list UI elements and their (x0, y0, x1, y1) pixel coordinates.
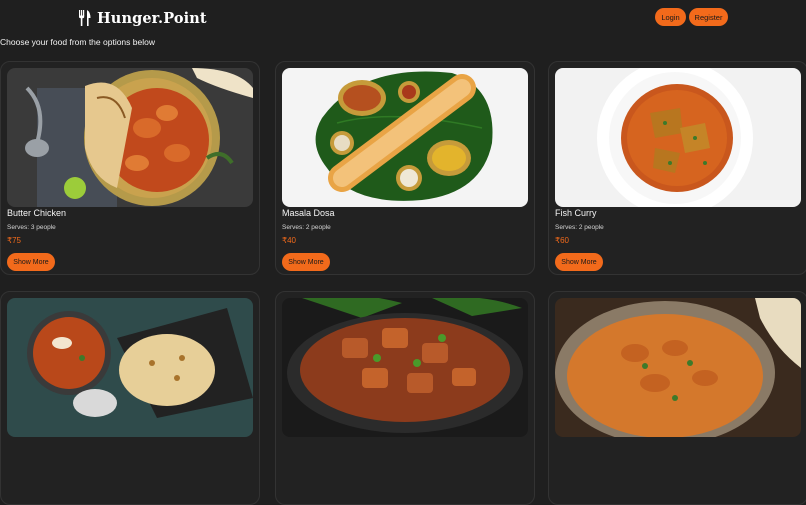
food-serves: Serves: 2 people (282, 224, 331, 231)
food-card (275, 291, 535, 505)
logo-text: Hunger.Point (97, 9, 207, 27)
fork-knife-icon (79, 10, 91, 26)
food-image (282, 68, 528, 207)
food-card: Fish Curry Serves: 2 people ₹60 Show Mor… (548, 61, 806, 275)
food-image (555, 298, 801, 437)
food-price: ₹60 (555, 236, 569, 245)
food-serves: Serves: 2 people (555, 224, 604, 231)
food-card: Butter Chicken Serves: 3 people ₹75 Show… (0, 61, 260, 275)
show-more-button[interactable]: Show More (7, 253, 55, 271)
logo[interactable]: Hunger.Point (78, 7, 207, 29)
food-name: Masala Dosa (282, 208, 335, 218)
food-card (548, 291, 806, 505)
top-bar: Hunger.Point Login Register (0, 0, 806, 36)
food-image (282, 298, 528, 437)
login-button[interactable]: Login (655, 8, 686, 26)
food-card (0, 291, 260, 505)
register-button[interactable]: Register (689, 8, 728, 26)
food-name: Butter Chicken (7, 208, 67, 218)
food-price: ₹75 (7, 236, 21, 245)
page-subtitle: Choose your food from the options below (0, 37, 155, 47)
show-more-button[interactable]: Show More (282, 253, 330, 271)
food-card: Masala Dosa Serves: 2 people ₹40 Show Mo… (275, 61, 535, 275)
food-image (7, 298, 253, 437)
food-price: ₹40 (282, 236, 296, 245)
food-name: Fish Curry (555, 208, 597, 218)
food-image (7, 68, 253, 207)
show-more-button[interactable]: Show More (555, 253, 603, 271)
food-image (555, 68, 801, 207)
food-serves: Serves: 3 people (7, 224, 56, 231)
